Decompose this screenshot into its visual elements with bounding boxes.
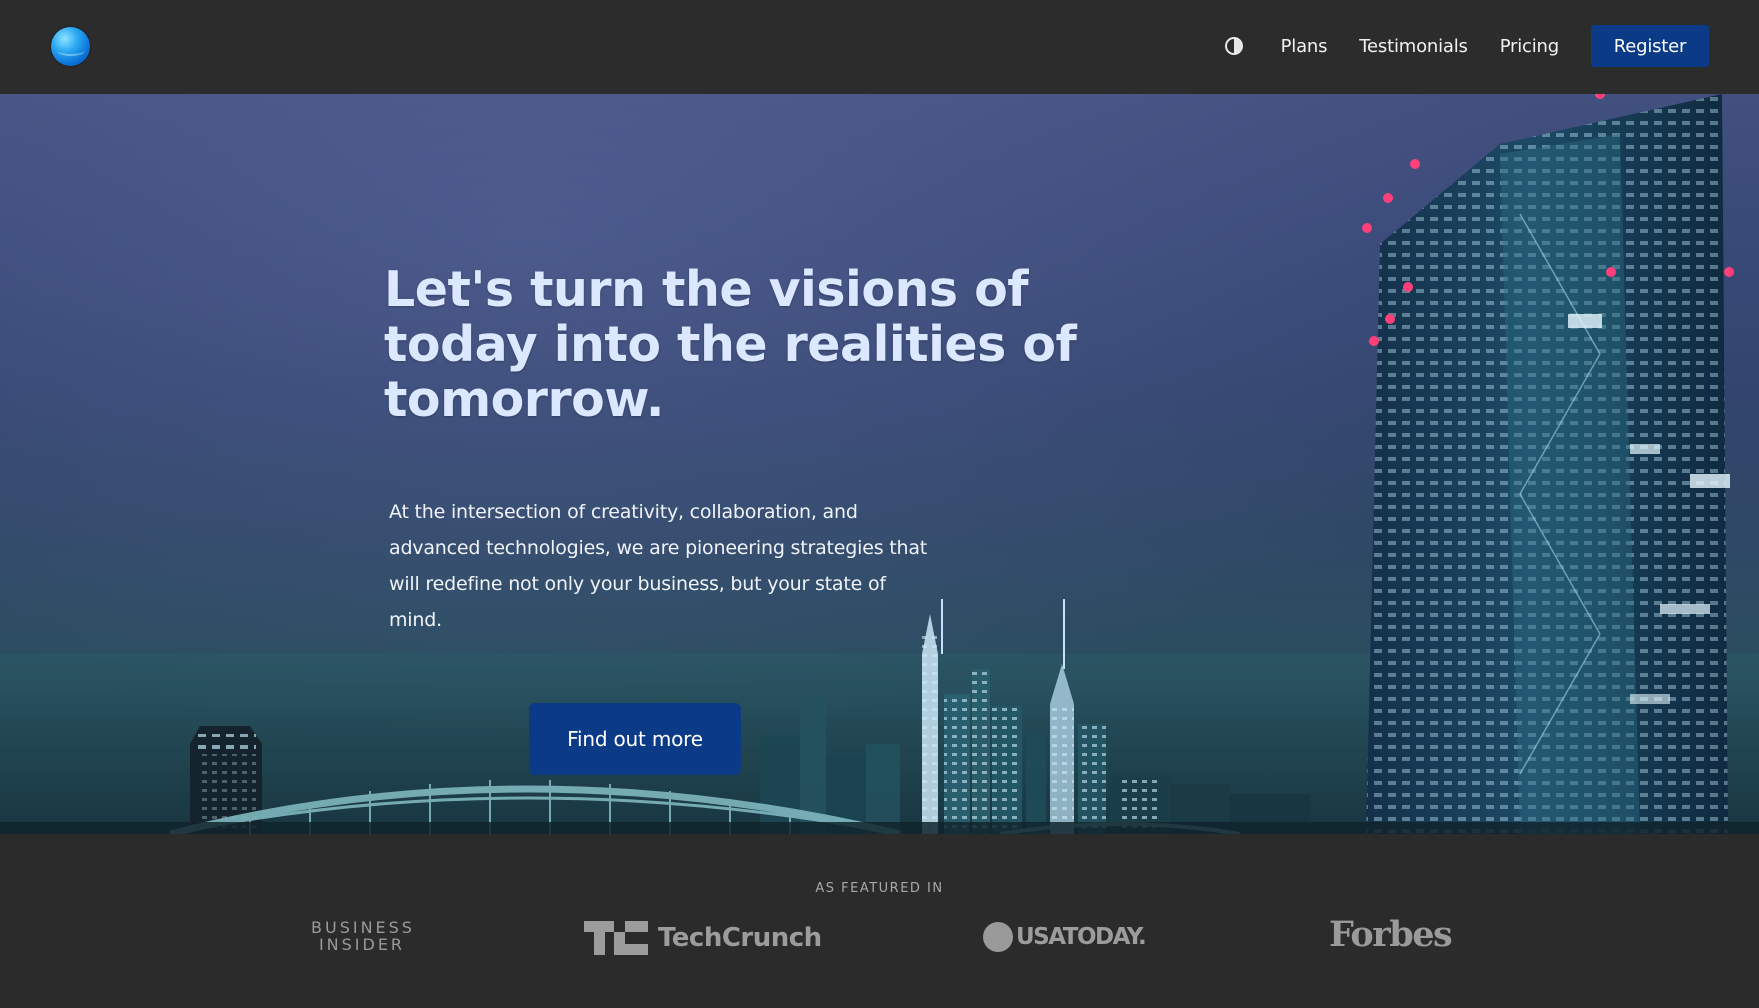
city-skyline-image [0, 94, 1759, 834]
techcrunch-word: TechCrunch [658, 923, 822, 953]
nav-menu: Plans Testimonials Pricing Register [1224, 25, 1709, 67]
usa-today-logo: USATODAY. [983, 922, 1147, 952]
nav-link-pricing[interactable]: Pricing [1500, 36, 1559, 57]
top-navbar: Plans Testimonials Pricing Register [0, 0, 1759, 94]
usa-today-dot-icon [983, 922, 1013, 952]
featured-in-section: AS FEATURED IN BUSINESS INSIDER TechCrun… [0, 834, 1759, 1008]
globe-logo-icon[interactable] [51, 27, 90, 66]
right-glass-tower [1362, 94, 1734, 834]
forbes-logo: Forbes [1329, 914, 1453, 955]
hero-headline: Let's turn the visions of today into the… [384, 261, 1077, 428]
techcrunch-mark-icon [584, 921, 648, 955]
register-button[interactable]: Register [1591, 25, 1709, 67]
hero-section: Let's turn the visions of today into the… [0, 94, 1759, 834]
business-insider-line1: BUSINESS [311, 918, 415, 937]
contrast-half-circle-icon[interactable] [1224, 37, 1243, 55]
featured-label: AS FEATURED IN [815, 881, 944, 896]
techcrunch-logo: TechCrunch [584, 921, 822, 955]
business-insider-logo: BUSINESS INSIDER [311, 919, 413, 953]
nav-link-testimonials[interactable]: Testimonials [1359, 36, 1468, 57]
find-out-more-button[interactable]: Find out more [529, 703, 741, 775]
nav-link-plans[interactable]: Plans [1281, 36, 1328, 57]
hero-subtext: At the intersection of creativity, colla… [389, 501, 928, 631]
usa-today-word: USATODAY. [1016, 924, 1147, 950]
business-insider-line2: INSIDER [318, 935, 406, 954]
